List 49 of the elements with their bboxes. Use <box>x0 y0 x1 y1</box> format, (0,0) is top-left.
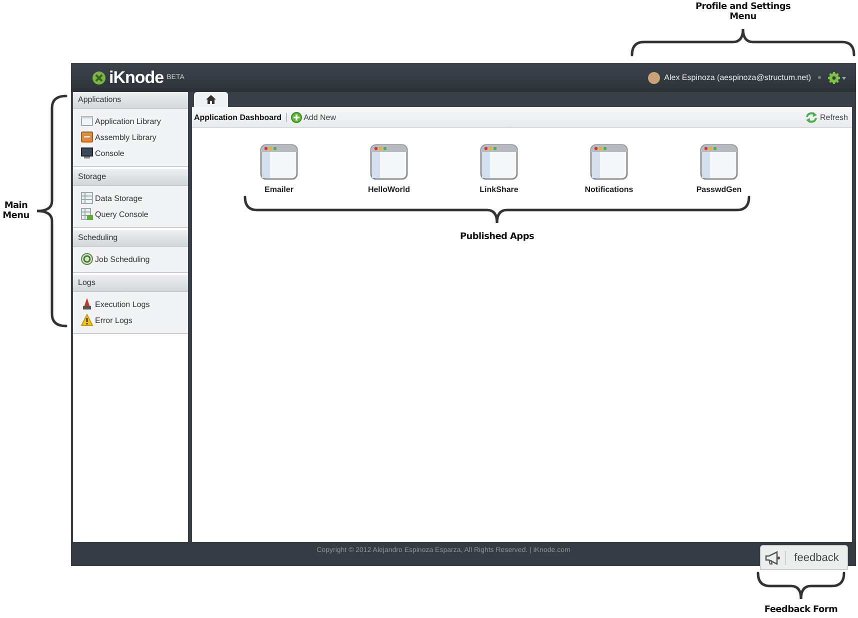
annotation-label: Feedback Form <box>764 605 838 615</box>
app-window-icon <box>260 144 298 180</box>
avatar-placeholder <box>648 72 660 84</box>
app-window-icon <box>370 144 408 180</box>
menu-item[interactable]: Application Library <box>81 113 188 129</box>
app-tile[interactable]: Emailer <box>224 144 334 194</box>
separator-dot <box>818 76 821 79</box>
dashboard-title: Application Dashboard <box>194 112 287 122</box>
warning-icon <box>81 314 93 326</box>
window-icon <box>81 115 93 127</box>
app-window-icon <box>590 144 628 180</box>
logo-icon <box>92 70 106 84</box>
monitor-icon <box>81 147 93 159</box>
feedback-button[interactable]: feedback <box>760 545 848 570</box>
menu-item[interactable]: Data Storage <box>81 190 188 206</box>
logo-text: iKnode <box>109 68 164 88</box>
section-header: Storage <box>73 169 188 186</box>
plus-icon <box>290 112 302 122</box>
section-header: Logs <box>73 275 188 292</box>
menu-item[interactable]: Console <box>81 145 188 161</box>
refresh-icon <box>804 112 818 122</box>
app-window-icon <box>480 144 518 180</box>
section-header: Scheduling <box>73 230 188 247</box>
menu-item[interactable]: Error Logs <box>81 312 188 328</box>
settings-button[interactable] <box>828 72 846 84</box>
app-tile[interactable]: PasswdGen <box>664 144 774 194</box>
app-window-icon <box>700 144 738 180</box>
app-tile[interactable]: LinkShare <box>444 144 554 194</box>
annotation-label: Published Apps <box>460 232 534 242</box>
section-header: Applications <box>73 92 188 109</box>
add-new-link[interactable]: Add New <box>290 112 336 122</box>
table-icon <box>81 192 93 204</box>
menu-item[interactable]: Query Console <box>81 206 188 222</box>
table-icon <box>81 208 93 220</box>
menu-item[interactable]: Job Scheduling <box>81 251 188 267</box>
home-tab[interactable] <box>194 92 228 107</box>
app-tile[interactable]: Notifications <box>554 144 664 194</box>
menu-item[interactable]: Assembly Library <box>81 129 188 145</box>
clock-icon <box>81 253 93 265</box>
box-icon <box>81 131 93 143</box>
menu-item[interactable]: Execution Logs <box>81 296 188 312</box>
annotation-label: Profile and Settings Menu <box>694 2 792 22</box>
user-link[interactable]: Alex Espinoza (aespinoza@structum.net) <box>664 73 811 82</box>
refresh-link[interactable]: Refresh <box>804 112 848 122</box>
app-tile[interactable]: HelloWorld <box>334 144 444 194</box>
home-icon <box>206 95 216 104</box>
annotation-label: Main Menu <box>2 201 30 221</box>
gear-icon <box>828 72 846 84</box>
rocket-icon <box>81 298 93 310</box>
